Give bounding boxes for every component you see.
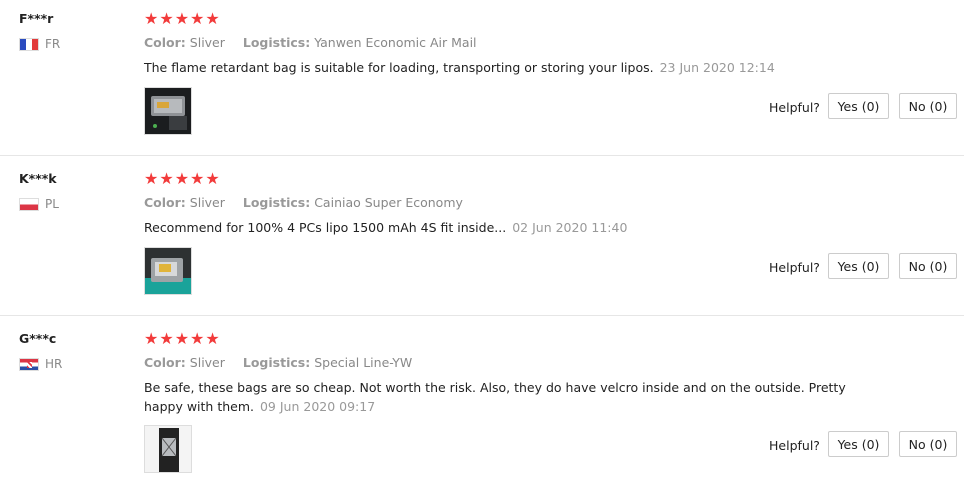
helpful-yes-button[interactable]: Yes (0) [828, 253, 889, 279]
star-icon: ★ [205, 169, 220, 188]
review-photo-thumbnail[interactable] [144, 425, 192, 473]
color-label: Color: [144, 355, 186, 370]
review-attributes: Color: Sliver Logistics: Cainiao Super E… [144, 195, 477, 210]
color-value: Sliver [189, 35, 225, 50]
reviewer-name: F***r [19, 11, 54, 26]
helpful-yes-button[interactable]: Yes (0) [828, 93, 889, 119]
star-icon: ★ [159, 329, 174, 348]
logistics-value: Cainiao Super Economy [314, 195, 463, 210]
review-attributes: Color: Sliver Logistics: Special Line-YW [144, 355, 426, 370]
logistics-label: Logistics: [242, 35, 311, 50]
star-rating: ★ ★ ★ ★ ★ [144, 171, 220, 187]
review-text: Recommend for 100% 4 PCs lipo 1500 mAh 4… [144, 218, 864, 237]
review-photo-thumbnail[interactable] [144, 247, 192, 295]
color-label: Color: [144, 195, 186, 210]
helpful-yes-button[interactable]: Yes (0) [828, 431, 889, 457]
color-label: Color: [144, 35, 186, 50]
helpful-label: Helpful? [769, 260, 820, 275]
logistics-label: Logistics: [242, 195, 311, 210]
review-divider [0, 315, 964, 316]
review-date: 02 Jun 2020 11:40 [512, 220, 628, 235]
reviewer-country: FR [19, 37, 60, 51]
review-attributes: Color: Sliver Logistics: Yanwen Economic… [144, 35, 491, 50]
reviewer-name: G***c [19, 331, 57, 346]
review-body: Recommend for 100% 4 PCs lipo 1500 mAh 4… [144, 220, 507, 235]
lipo-bag-photo [145, 88, 191, 134]
color-value: Sliver [189, 355, 225, 370]
croatia-flag-icon [19, 357, 39, 371]
star-rating: ★ ★ ★ ★ ★ [144, 11, 220, 27]
star-rating: ★ ★ ★ ★ ★ [144, 331, 220, 347]
reviewer-country: HR [19, 357, 62, 371]
star-icon: ★ [205, 9, 220, 28]
review-text: Be safe, these bags are so cheap. Not wo… [144, 378, 864, 416]
helpful-no-button[interactable]: No (0) [899, 93, 957, 119]
star-icon: ★ [174, 169, 190, 188]
review-text: The flame retardant bag is suitable for … [144, 58, 864, 77]
helpful-no-button[interactable]: No (0) [899, 253, 957, 279]
star-icon: ★ [190, 169, 205, 188]
star-icon: ★ [144, 9, 159, 28]
review-date: 09 Jun 2020 09:17 [259, 399, 376, 414]
star-icon: ★ [174, 9, 190, 28]
review-date: 23 Jun 2020 12:14 [659, 60, 775, 75]
review-divider [0, 155, 964, 156]
star-icon: ★ [144, 169, 159, 188]
helpful-label: Helpful? [769, 100, 820, 115]
star-icon: ★ [159, 169, 174, 188]
lipo-bag-photo [145, 426, 191, 472]
star-icon: ★ [144, 329, 159, 348]
review-body: Be safe, these bags are so cheap. Not wo… [144, 380, 846, 414]
star-icon: ★ [190, 329, 205, 348]
star-icon: ★ [174, 329, 190, 348]
helpful-no-button[interactable]: No (0) [899, 431, 957, 457]
logistics-value: Yanwen Economic Air Mail [314, 35, 477, 50]
country-code: HR [45, 357, 63, 371]
poland-flag-icon [19, 197, 39, 211]
france-flag-icon [19, 37, 39, 51]
lipo-bag-photo [145, 248, 191, 294]
review-body: The flame retardant bag is suitable for … [144, 60, 654, 75]
review-photo-thumbnail[interactable] [144, 87, 192, 135]
country-code: FR [45, 37, 61, 51]
color-value: Sliver [189, 195, 225, 210]
star-icon: ★ [159, 9, 174, 28]
country-code: PL [45, 197, 59, 211]
star-icon: ★ [190, 9, 205, 28]
reviewer-country: PL [19, 197, 59, 211]
star-icon: ★ [205, 329, 220, 348]
reviewer-name: K***k [19, 171, 57, 186]
logistics-value: Special Line-YW [314, 355, 413, 370]
logistics-label: Logistics: [242, 355, 311, 370]
helpful-label: Helpful? [769, 438, 820, 453]
